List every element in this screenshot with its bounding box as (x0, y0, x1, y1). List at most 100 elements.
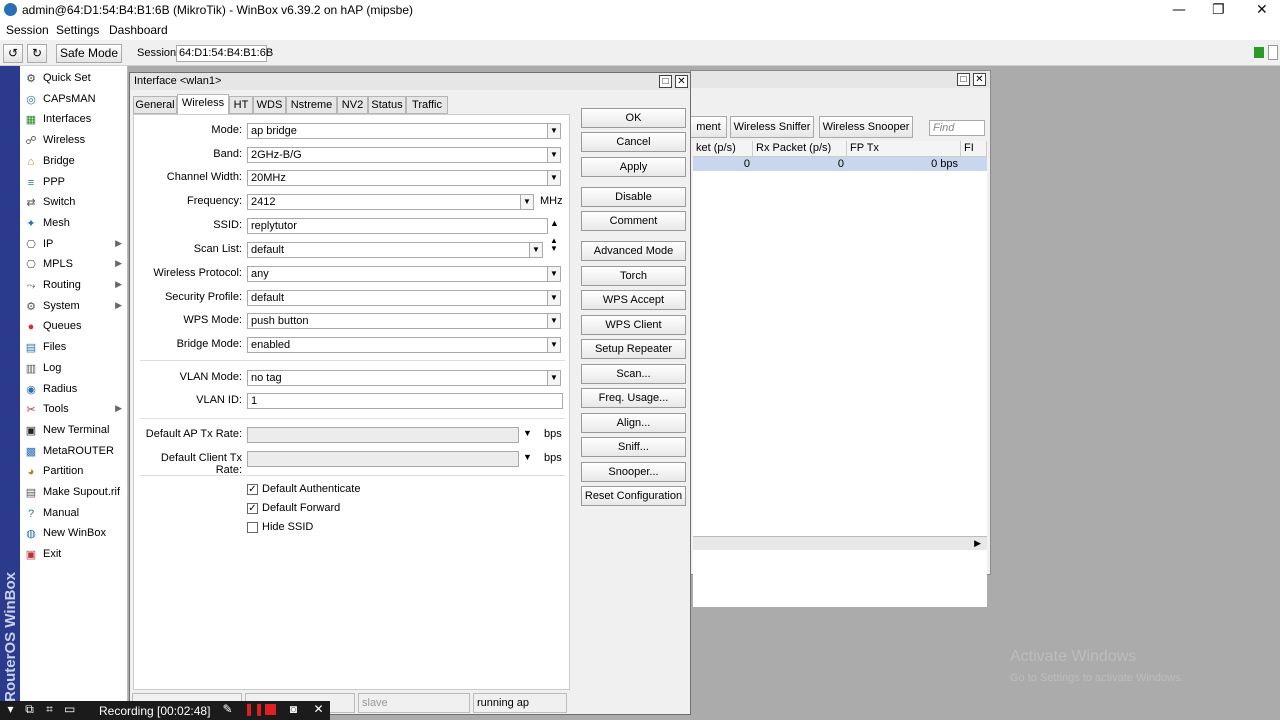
sidebar-item-new-terminal[interactable]: ▣ New Terminal (20, 421, 128, 441)
sidebar-item-manual[interactable]: ? Manual (20, 504, 128, 524)
updown-icon[interactable]: ▲ ▼ (550, 237, 558, 253)
dropdown-icon[interactable]: ▼ (547, 290, 561, 306)
tab-wireless-snooper[interactable]: Wireless Snooper (819, 116, 913, 138)
sidebar-item-quick-set[interactable]: ⚙ Quick Set (20, 69, 128, 89)
maximize-button[interactable]: ❐ (1212, 2, 1225, 18)
dropdown-icon[interactable]: ▼ (523, 428, 532, 438)
vlan-mode-select[interactable]: no tag (247, 370, 548, 386)
vlan-id-input[interactable]: 1 (247, 393, 563, 409)
column-header[interactable]: FP Tx (847, 141, 961, 157)
dropdown-icon[interactable]: ▼ (547, 123, 561, 139)
scroll-right-icon[interactable]: ▶ (974, 538, 981, 549)
tab-wireless-sniffer[interactable]: Wireless Sniffer (730, 116, 814, 138)
default-authenticate-checkbox[interactable]: ✓ (247, 484, 258, 495)
maximize-icon[interactable]: □ (659, 75, 672, 88)
crop-icon[interactable]: ⌗ (44, 703, 55, 715)
menu-dashboard[interactable]: Dashboard (109, 23, 168, 37)
sidebar-item-ppp[interactable]: ≡ PPP (20, 173, 128, 193)
column-header[interactable]: ket (p/s) (693, 141, 753, 157)
close-icon[interactable]: ✕ (973, 73, 986, 86)
tab-status[interactable]: Status (368, 96, 406, 114)
disable-button[interactable]: Disable (581, 187, 686, 207)
dropdown-icon[interactable]: ▼ (523, 452, 532, 462)
tab-traffic[interactable]: Traffic (406, 96, 448, 114)
snooper-button[interactable]: Snooper... (581, 462, 686, 482)
torch-button[interactable]: Torch (581, 266, 686, 286)
wps-client-button[interactable]: WPS Client (581, 315, 686, 335)
table-row[interactable]: 0 0 0 bps (693, 157, 987, 171)
reset-configuration-button[interactable]: Reset Configuration (581, 486, 686, 506)
sidebar-item-tools[interactable]: ✂ Tools ▶ (20, 400, 128, 420)
align-button[interactable]: Align... (581, 413, 686, 433)
sidebar-item-metarouter[interactable]: ▩ MetaROUTER (20, 442, 128, 462)
bridge-mode-select[interactable]: enabled (247, 337, 548, 353)
sidebar-item-queues[interactable]: ● Queues (20, 317, 128, 337)
sidebar-item-radius[interactable]: ◉ Radius (20, 380, 128, 400)
window-icon[interactable]: ⧉ (24, 703, 35, 715)
sidebar-item-partition[interactable]: ◕ Partition (20, 462, 128, 482)
column-header[interactable]: FI (961, 141, 987, 157)
sidebar-item-wireless[interactable]: ☍ Wireless (20, 131, 128, 151)
sidebar-item-capsman[interactable]: ◎ CAPsMAN (20, 90, 128, 110)
tab-wireless[interactable]: Wireless (177, 94, 229, 115)
pause-icon[interactable]: ❚❚ (244, 703, 264, 715)
dropdown-icon[interactable]: ▼ (520, 194, 534, 210)
mode-select[interactable]: ap bridge (247, 123, 548, 139)
ok-button[interactable]: OK (581, 108, 686, 128)
sidebar-item-switch[interactable]: ⇄ Switch (20, 193, 128, 213)
safe-mode-button[interactable]: Safe Mode (56, 44, 122, 63)
setup-repeater-button[interactable]: Setup Repeater (581, 339, 686, 359)
collapse-icon[interactable]: ▾ (5, 703, 16, 715)
sidebar-item-mesh[interactable]: ✦ Mesh (20, 214, 128, 234)
default-forward-checkbox[interactable]: ✓ (247, 503, 258, 514)
sidebar-item-mpls[interactable]: ⎔ MPLS ▶ (20, 255, 128, 275)
sidebar-item-make-supout-rif[interactable]: ▤ Make Supout.rif (20, 483, 128, 503)
security-profile-select[interactable]: default (247, 290, 548, 306)
region-icon[interactable]: ▭ (64, 703, 75, 715)
advanced-mode-button[interactable]: Advanced Mode (581, 241, 686, 261)
minimize-button[interactable]: — (1172, 2, 1186, 18)
menu-session[interactable]: Session (6, 23, 49, 37)
default-ap-tx-rate-input[interactable] (247, 427, 519, 443)
close-button[interactable]: ✕ (1256, 2, 1268, 18)
sniff-button[interactable]: Sniff... (581, 437, 686, 457)
dropdown-icon[interactable]: ▼ (529, 242, 543, 258)
apply-button[interactable]: Apply (581, 157, 686, 177)
sidebar-item-new-winbox[interactable]: ◍ New WinBox (20, 524, 128, 544)
sidebar-item-system[interactable]: ⚙ System ▶ (20, 297, 128, 317)
close-icon[interactable]: ✕ (675, 75, 688, 88)
channel-width-select[interactable]: 20MHz (247, 170, 548, 186)
comment-button[interactable]: Comment (581, 211, 686, 231)
hide-ssid-checkbox[interactable] (247, 522, 258, 533)
dropdown-icon[interactable]: ▼ (547, 147, 561, 163)
pen-icon[interactable]: ✎ (222, 703, 233, 715)
sidebar-item-routing[interactable]: ⤳ Routing ▶ (20, 276, 128, 296)
close-icon[interactable]: ✕ (313, 703, 324, 715)
maximize-icon[interactable]: □ (957, 73, 970, 86)
sidebar-item-files[interactable]: ▤ Files (20, 338, 128, 358)
tab-ht[interactable]: HT (229, 96, 253, 114)
column-header[interactable]: Rx Packet (p/s) (753, 141, 847, 157)
stop-icon[interactable] (265, 704, 276, 715)
dropdown-icon[interactable]: ▼ (547, 313, 561, 329)
tab-nstreme[interactable]: Nstreme (286, 96, 337, 114)
sidebar-item-interfaces[interactable]: ▦ Interfaces (20, 110, 128, 130)
tab-nv2[interactable]: NV2 (337, 96, 368, 114)
tab-ment[interactable]: ment (691, 116, 727, 138)
cancel-button[interactable]: Cancel (581, 132, 686, 152)
find-input[interactable]: Find (929, 120, 985, 136)
sidebar-item-bridge[interactable]: ⌂ Bridge (20, 152, 128, 172)
wireless-protocol-select[interactable]: any (247, 266, 548, 282)
camera-icon[interactable]: ◙ (288, 703, 299, 715)
dropdown-icon[interactable]: ▼ (547, 370, 561, 386)
dropdown-icon[interactable]: ▼ (547, 170, 561, 186)
menu-settings[interactable]: Settings (56, 23, 99, 37)
default-client-tx-rate-input[interactable] (247, 451, 519, 467)
undo-button[interactable]: ↺ (3, 44, 23, 63)
collapse-icon[interactable]: ▲ (550, 218, 559, 228)
scroll-icon[interactable] (1268, 45, 1278, 60)
freq-usage-button[interactable]: Freq. Usage... (581, 388, 686, 408)
dropdown-icon[interactable]: ▼ (547, 266, 561, 282)
redo-button[interactable]: ↻ (27, 44, 47, 63)
tab-wds[interactable]: WDS (253, 96, 286, 114)
